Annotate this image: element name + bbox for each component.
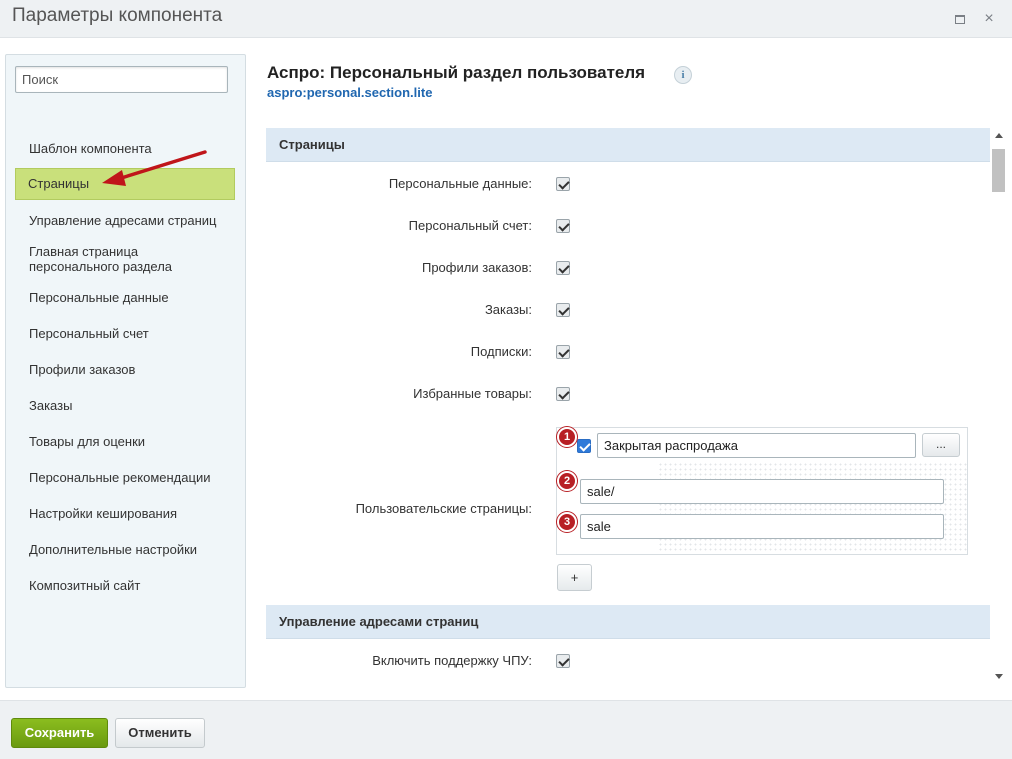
sidebar-item-pages[interactable]: Страницы xyxy=(15,168,235,200)
close-icon[interactable]: × xyxy=(980,10,998,28)
dialog-footer: Сохранить Отменить xyxy=(0,700,1012,759)
field-label: Персональный счет: xyxy=(408,218,532,233)
sidebar-item-personal-account[interactable]: Персональный счет xyxy=(16,326,236,341)
add-page-button[interactable]: + xyxy=(557,564,592,591)
scroll-thumb[interactable] xyxy=(992,149,1005,192)
section-header-urls: Управление адресами страниц xyxy=(266,605,990,639)
field-label: Профили заказов: xyxy=(421,260,532,275)
field-label: Заказы: xyxy=(484,302,532,317)
save-button[interactable]: Сохранить xyxy=(11,718,108,748)
field-label: Пользовательские страницы: xyxy=(355,501,532,516)
custom-page-url-field[interactable]: sale/ xyxy=(580,479,944,504)
field-label: Избранные товары: xyxy=(413,386,532,401)
field-label: Подписки: xyxy=(470,344,532,359)
section-header-pages: Страницы xyxy=(266,128,990,162)
annotation-badge: 2 xyxy=(557,471,577,491)
personal-data-checkbox[interactable] xyxy=(556,177,570,191)
annotation-badge: 1 xyxy=(557,427,577,447)
orders-checkbox[interactable] xyxy=(556,303,570,317)
sidebar-item-products-rating[interactable]: Товары для оценки xyxy=(16,434,236,449)
cancel-button[interactable]: Отменить xyxy=(115,718,205,748)
component-code: aspro:personal.section.lite xyxy=(267,85,433,100)
sidebar-item-main-page[interactable]: Главная страница персонального раздела xyxy=(16,244,196,274)
field-label: Включить поддержку ЧПУ: xyxy=(372,653,532,668)
settings-panel: Страницы Персональные данные: Персональн… xyxy=(266,128,992,684)
window-title: Параметры компонента xyxy=(12,5,223,26)
sidebar: Шаблон компонента Страницы Управление ад… xyxy=(5,54,246,688)
scrollbar[interactable] xyxy=(992,128,1006,684)
subscriptions-checkbox[interactable] xyxy=(556,345,570,359)
component-title: Аспро: Персональный раздел пользователя xyxy=(267,63,646,82)
scroll-down-icon[interactable] xyxy=(995,674,1003,679)
sidebar-item-template[interactable]: Шаблон компонента xyxy=(16,141,236,156)
title-bar: Параметры компонента × xyxy=(0,0,1012,38)
custom-page-name-field[interactable]: Закрытая распродажа xyxy=(597,433,916,458)
sidebar-item-composite[interactable]: Композитный сайт xyxy=(16,578,236,593)
field-label: Персональные данные: xyxy=(388,176,532,191)
search-input[interactable] xyxy=(15,66,228,93)
sidebar-item-caching[interactable]: Настройки кеширования xyxy=(16,506,236,521)
sidebar-item-url-management[interactable]: Управление адресами страниц xyxy=(16,213,236,228)
custom-page-checkbox[interactable] xyxy=(577,439,591,453)
custom-page-code-field[interactable]: sale xyxy=(580,514,944,539)
browse-button[interactable]: ... xyxy=(922,433,960,457)
personal-account-checkbox[interactable] xyxy=(556,219,570,233)
scroll-up-icon[interactable] xyxy=(995,133,1003,138)
dotted-area xyxy=(658,462,967,553)
maximize-icon[interactable] xyxy=(951,10,969,28)
info-icon[interactable]: i xyxy=(674,66,692,84)
sidebar-item-recommendations[interactable]: Персональные рекомендации xyxy=(16,470,236,485)
favorites-checkbox[interactable] xyxy=(556,387,570,401)
sidebar-item-personal-data[interactable]: Персональные данные xyxy=(16,290,236,305)
sidebar-item-order-profiles[interactable]: Профили заказов xyxy=(16,362,236,377)
order-profiles-checkbox[interactable] xyxy=(556,261,570,275)
annotation-badge: 3 xyxy=(557,512,577,532)
sef-checkbox[interactable] xyxy=(556,654,570,668)
sidebar-item-orders[interactable]: Заказы xyxy=(16,398,236,413)
sidebar-item-additional[interactable]: Дополнительные настройки xyxy=(16,542,236,557)
